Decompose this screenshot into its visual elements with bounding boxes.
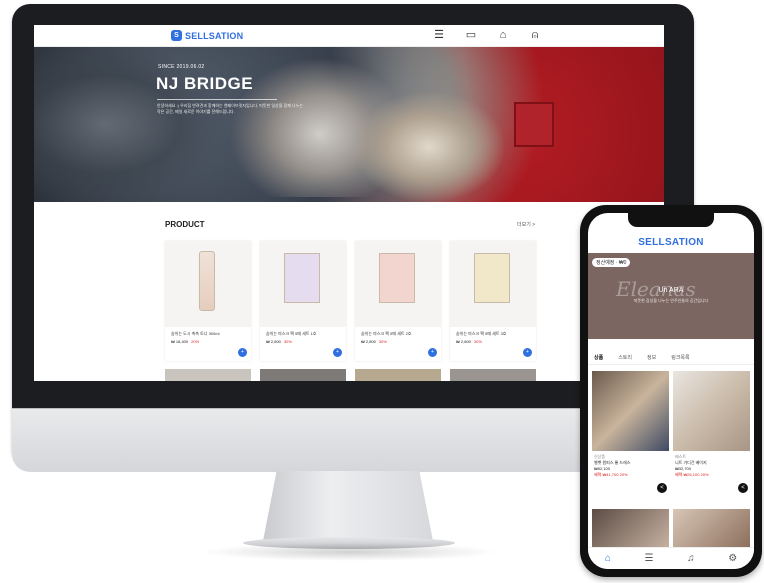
hero-title: NJ BRIDGE bbox=[156, 74, 254, 93]
product-discount: 혜택 ₩41,700 20% bbox=[594, 472, 628, 477]
phone-notch bbox=[628, 213, 714, 227]
product-price: ₩ 2,800 30% bbox=[361, 339, 387, 344]
share-icon[interactable]: < bbox=[657, 483, 667, 493]
product-discount: 혜택 ₩26,100 20% bbox=[675, 472, 709, 477]
mobile-tabs: 상품 스토리 정보 링크목록 bbox=[594, 354, 690, 361]
cart-icon[interactable]: + bbox=[333, 348, 342, 357]
product-card[interactable]: 숨쉬는 도시 촉촉 토너 300ml ₩ 18,400 20% + bbox=[165, 241, 251, 361]
mobile-product-row-2 bbox=[592, 509, 750, 549]
product-price: ₩ 2,800 30% bbox=[266, 339, 292, 344]
list-search-icon[interactable]: ☰ bbox=[432, 29, 446, 42]
mask-pack bbox=[474, 253, 510, 303]
settings-icon[interactable]: ⚙ bbox=[728, 553, 737, 564]
product-name: 숨쉬는 마스크 팩 5매 세트 1호 bbox=[266, 331, 317, 336]
monitor-stand bbox=[263, 471, 433, 541]
share-icon[interactable]: < bbox=[738, 483, 748, 493]
profile-banner: 정산예정 · ₩0 Eleanas Un ARA 따뜻한 감성을 나누는 안주인… bbox=[588, 253, 754, 339]
section-title: PRODUCT bbox=[165, 220, 205, 229]
product-thumb[interactable] bbox=[355, 369, 441, 381]
product-price: ₩ 2,800 30% bbox=[456, 339, 482, 344]
tab-info[interactable]: 정보 bbox=[647, 354, 656, 361]
cart-icon[interactable]: + bbox=[523, 348, 532, 357]
user-icon[interactable]: ⍝ bbox=[528, 29, 542, 42]
coupon-icon[interactable]: ▭ bbox=[464, 29, 478, 42]
product-card[interactable]: 숨쉬는 마스크 팩 5매 세트 1호 ₩ 2,800 30% + bbox=[260, 241, 346, 361]
product-thumb[interactable] bbox=[165, 369, 251, 381]
product-card[interactable]: 숨쉬는 마스크 팩 5매 세트 3호 ₩ 2,800 30% + bbox=[450, 241, 536, 361]
logo-text: SELLSATION bbox=[185, 30, 244, 41]
bag-icon[interactable]: ⌂ bbox=[496, 29, 510, 42]
product-card[interactable]: 숨쉬는 마스크 팩 5매 세트 2호 ₩ 2,800 30% + bbox=[355, 241, 441, 361]
mobile-product-card[interactable]: 베스트 니트 가디건 베이지 ₩32,700 혜택 ₩26,100 20% < bbox=[673, 371, 750, 499]
mask-pack bbox=[379, 253, 415, 303]
product-price: ₩ 18,400 20% bbox=[171, 339, 199, 344]
hero-divider bbox=[157, 99, 277, 100]
hero-description: 안녕하세요 :) 우리집 반려견과 함께하는 엔제이브릿지입니다. 따뜻한 일상… bbox=[157, 103, 304, 114]
cart-icon[interactable]: + bbox=[238, 348, 247, 357]
product-name: 숨쉬는 도시 촉촉 토너 300ml bbox=[171, 331, 220, 336]
desktop-screen: S SELLSATION ☰ ▭ ⌂ ⍝ SINCE 2019.06.02 NJ… bbox=[34, 25, 664, 381]
product-thumb[interactable] bbox=[450, 369, 536, 381]
discount-value: 30% bbox=[283, 339, 292, 344]
mobile-logo[interactable]: SELLSATION bbox=[588, 237, 754, 248]
profile-name: Un ARA bbox=[658, 287, 684, 294]
product-price: ₩52,100 bbox=[594, 466, 611, 471]
product-photo[interactable] bbox=[673, 509, 750, 549]
product-image bbox=[260, 241, 346, 327]
product-image bbox=[165, 241, 251, 327]
product-name: 숨쉬는 마스크 팩 5매 세트 2호 bbox=[361, 331, 412, 336]
product-price: ₩32,700 bbox=[675, 466, 692, 471]
mobile-screen: SELLSATION 정산예정 · ₩0 Eleanas Un ARA 따뜻한 … bbox=[588, 213, 754, 569]
price-value: ₩ 2,800 bbox=[456, 339, 471, 344]
product-list: 숨쉬는 도시 촉촉 토너 300ml ₩ 18,400 20% + 숨쉬는 마스크… bbox=[165, 241, 536, 361]
mobile-product-card[interactable]: 신상품 벨벳 원피스 롱 드레스 ₩52,100 혜택 ₩41,700 20% … bbox=[592, 371, 669, 499]
product-image bbox=[355, 241, 441, 327]
logo-icon: S bbox=[171, 30, 182, 41]
product-photo[interactable] bbox=[592, 509, 669, 549]
desktop-logo[interactable]: S SELLSATION bbox=[171, 30, 243, 41]
cart-icon[interactable]: + bbox=[428, 348, 437, 357]
product-photo bbox=[592, 371, 669, 451]
mobile-bottom-nav: ⌂ ☰ ♫ ⚙ bbox=[588, 547, 754, 569]
product-row-2 bbox=[165, 369, 536, 381]
bell-icon[interactable]: ♫ bbox=[687, 553, 695, 564]
toner-bottle bbox=[199, 251, 215, 311]
hero-since: SINCE 2019.06.02 bbox=[158, 64, 205, 70]
header-icons: ☰ ▭ ⌂ ⍝ bbox=[432, 29, 542, 42]
hero-shade bbox=[34, 47, 664, 202]
list-icon[interactable]: ☰ bbox=[644, 553, 653, 564]
tab-products[interactable]: 상품 bbox=[594, 354, 603, 361]
tab-divider bbox=[588, 364, 754, 365]
discount-value: 30% bbox=[378, 339, 387, 344]
product-thumb[interactable] bbox=[260, 369, 346, 381]
price-value: ₩ 2,800 bbox=[266, 339, 281, 344]
discount-value: 20% bbox=[191, 339, 200, 344]
home-icon[interactable]: ⌂ bbox=[605, 553, 611, 564]
stand-shadow bbox=[200, 543, 500, 561]
mobile-phone: SELLSATION 정산예정 · ₩0 Eleanas Un ARA 따뜻한 … bbox=[580, 205, 762, 577]
mask-pack bbox=[284, 253, 320, 303]
price-value: ₩ 2,800 bbox=[361, 339, 376, 344]
balance-badge[interactable]: 정산예정 · ₩0 bbox=[592, 258, 631, 267]
price-value: ₩ 18,400 bbox=[171, 339, 189, 344]
tab-links[interactable]: 링크목록 bbox=[671, 354, 689, 361]
mobile-product-grid: 신상품 벨벳 원피스 롱 드레스 ₩52,100 혜택 ₩41,700 20% … bbox=[592, 371, 750, 499]
more-link[interactable]: 더보기 > bbox=[517, 221, 535, 228]
product-image bbox=[450, 241, 536, 327]
profile-subtitle: 따뜻한 감성을 나누는 안주인들의 공간입니다 bbox=[633, 298, 709, 303]
product-name: 숨쉬는 마스크 팩 5매 세트 3호 bbox=[456, 331, 507, 336]
mockup-stage: S SELLSATION ☰ ▭ ⌂ ⍝ SINCE 2019.06.02 NJ… bbox=[0, 0, 764, 583]
tab-story[interactable]: 스토리 bbox=[618, 354, 632, 361]
desktop-header: S SELLSATION ☰ ▭ ⌂ ⍝ bbox=[34, 25, 664, 47]
discount-value: 30% bbox=[473, 339, 482, 344]
product-photo bbox=[673, 371, 750, 451]
hero-banner: SINCE 2019.06.02 NJ BRIDGE 안녕하세요 :) 우리집 … bbox=[34, 47, 664, 202]
